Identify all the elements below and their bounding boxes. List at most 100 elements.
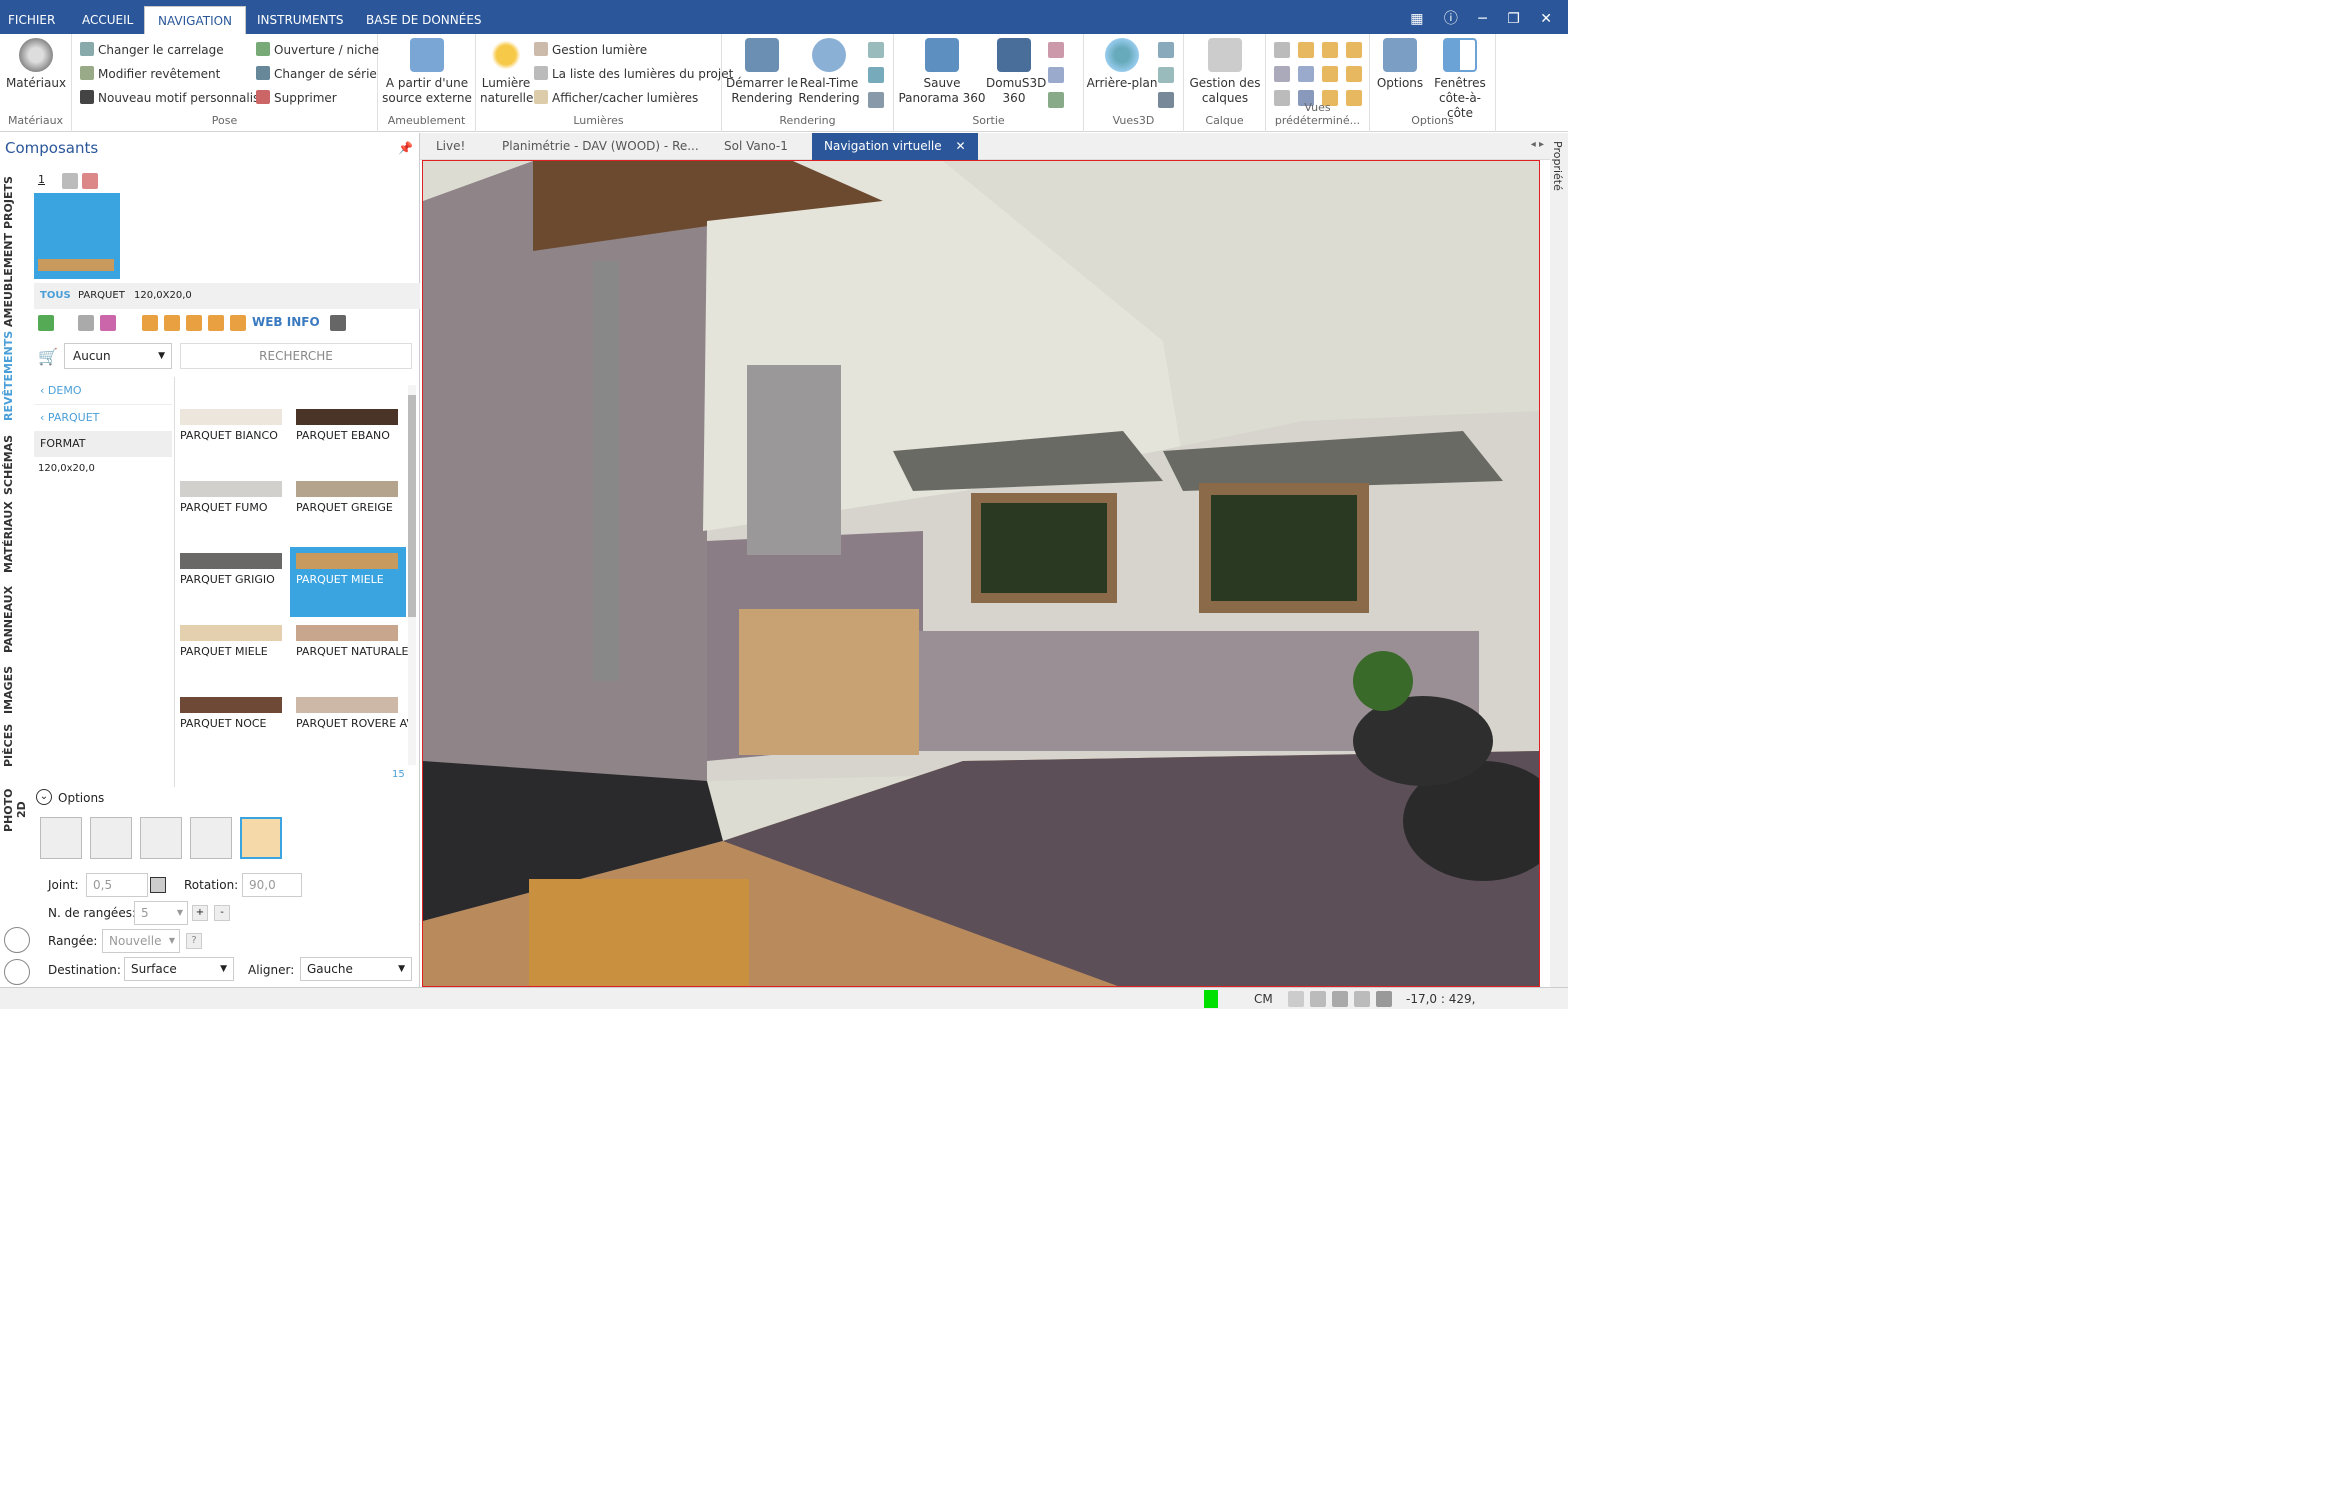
window-controls[interactable]: ▦ ⓘ ─ ❐ ✕ bbox=[1410, 8, 1560, 28]
help-button[interactable]: ? bbox=[186, 933, 202, 949]
rangee-dropdown[interactable]: Nouvelle ▼ bbox=[102, 929, 180, 953]
tree-format-value[interactable]: 120,0x20,0 bbox=[38, 463, 95, 474]
doc-tab-live[interactable]: Live! bbox=[436, 133, 465, 160]
layout-option-2[interactable] bbox=[90, 817, 132, 859]
options-button[interactable]: Options bbox=[1374, 38, 1426, 91]
material-tile[interactable]: PARQUET GRIGIO bbox=[174, 547, 290, 617]
material-tile[interactable]: PARQUET EBANO bbox=[290, 403, 406, 473]
sauve-panorama-button[interactable]: Sauve Panorama 360 bbox=[898, 38, 986, 106]
grid-edit-icon[interactable] bbox=[164, 315, 180, 331]
aligner-dropdown[interactable]: Gauche ▼ bbox=[300, 957, 412, 981]
tab-instruments[interactable]: INSTRUMENTS bbox=[257, 0, 343, 34]
joint-color-swatch[interactable] bbox=[150, 877, 166, 893]
layer-icon[interactable] bbox=[1354, 991, 1370, 1007]
remove-icon[interactable] bbox=[82, 173, 98, 189]
selected-material-thumbnail[interactable] bbox=[34, 193, 120, 279]
cube-icon[interactable] bbox=[1322, 66, 1338, 82]
fenetres-cote-button[interactable]: Fenêtres côte-à-côte bbox=[1426, 38, 1494, 121]
render-tool-icon[interactable] bbox=[868, 42, 884, 58]
3d-viewport[interactable] bbox=[422, 160, 1540, 987]
plus-button[interactable]: + bbox=[192, 905, 208, 921]
eraser-icon[interactable] bbox=[100, 315, 116, 331]
domus3d-360-button[interactable]: DomuS3D 360 bbox=[986, 38, 1046, 106]
cube-icon[interactable] bbox=[1298, 42, 1314, 58]
tree-back-demo[interactable]: ‹ DEMO bbox=[34, 377, 172, 405]
vtab-materiaux[interactable]: MATÉRIAUX bbox=[2, 501, 32, 573]
vtab-images[interactable]: IMAGES bbox=[2, 665, 32, 715]
ortho-icon[interactable] bbox=[1332, 991, 1348, 1007]
material-tile[interactable]: PARQUET NATURALE bbox=[290, 619, 408, 689]
doc-tab-sol-vano[interactable]: Sol Vano-1 bbox=[724, 133, 788, 160]
vtab-projets[interactable]: PROJETS bbox=[2, 175, 32, 231]
supprimer-button[interactable]: Supprimer bbox=[256, 88, 337, 108]
ouverture-niche-button[interactable]: Ouverture / niche bbox=[256, 40, 379, 60]
globe-icon[interactable] bbox=[1298, 66, 1314, 82]
tab-accueil[interactable]: ACCUEIL bbox=[82, 0, 133, 34]
grid-add-icon[interactable] bbox=[208, 315, 224, 331]
vtab-panneaux[interactable]: PANNEAUX bbox=[2, 586, 32, 653]
rotation-input[interactable]: 90,0 bbox=[242, 873, 302, 897]
filter-all[interactable]: TOUS bbox=[40, 290, 71, 301]
snap-icon[interactable] bbox=[1288, 991, 1304, 1007]
trash-icon[interactable] bbox=[62, 173, 78, 189]
changer-carrelage-button[interactable]: Changer le carrelage bbox=[80, 40, 224, 60]
render-settings-icon[interactable] bbox=[868, 67, 884, 83]
material-tile[interactable]: PARQUET FUMO bbox=[174, 475, 290, 545]
tab-base-de-donnees[interactable]: BASE DE DONNÉES bbox=[366, 0, 482, 34]
tree-back-parquet[interactable]: ‹ PARQUET bbox=[34, 405, 172, 431]
grid-tool-icon[interactable] bbox=[142, 315, 158, 331]
material-tile[interactable]: PARQUET GREIGE bbox=[290, 475, 406, 545]
rangees-input[interactable]: 5 ▼ bbox=[134, 901, 188, 925]
nouveau-motif-button[interactable]: Nouveau motif personnalisé bbox=[80, 88, 267, 108]
grid-move-icon[interactable] bbox=[230, 315, 246, 331]
material-tile[interactable]: PARQUET MIELE bbox=[174, 619, 290, 689]
materiaux-button[interactable]: Matériaux bbox=[4, 38, 68, 91]
tab-navigation[interactable]: NAVIGATION bbox=[144, 6, 247, 34]
layout-option-3[interactable] bbox=[140, 817, 182, 859]
view-preset-icon[interactable] bbox=[1274, 42, 1290, 58]
vtab-revetements[interactable]: REVÊTEMENTS bbox=[2, 331, 32, 421]
share-icon[interactable] bbox=[1048, 67, 1064, 83]
cube-icon[interactable] bbox=[1346, 42, 1362, 58]
material-tile[interactable]: PARQUET NOCE bbox=[174, 691, 290, 761]
joint-input[interactable]: 0,5 bbox=[86, 873, 148, 897]
scrollbar-thumb[interactable] bbox=[408, 395, 416, 617]
lumiere-naturelle-button[interactable]: Lumière naturelle bbox=[480, 38, 533, 106]
chevron-down-icon[interactable]: ⌄ bbox=[36, 789, 52, 805]
arriere-plan-button[interactable]: Arrière-plan bbox=[1086, 38, 1158, 91]
material-tile[interactable]: PARQUET BIANCO bbox=[174, 403, 290, 473]
afficher-lumieres-button[interactable]: Afficher/cacher lumières bbox=[534, 88, 698, 108]
destination-dropdown[interactable]: Surface ▼ bbox=[124, 957, 234, 981]
material-tile[interactable]: PARQUET MIELE bbox=[290, 547, 406, 617]
view-preset-icon[interactable] bbox=[1274, 66, 1290, 82]
properties-tab[interactable]: Propriété bbox=[1551, 141, 1564, 191]
vtab-schemas[interactable]: SCHÉMAS bbox=[2, 435, 32, 495]
picture-icon[interactable] bbox=[1048, 92, 1064, 108]
layout-option-5[interactable] bbox=[240, 817, 282, 859]
tab-scroll-arrows[interactable]: ◂ ▸ bbox=[1531, 139, 1544, 150]
cart-add-icon[interactable] bbox=[78, 315, 94, 331]
realtime-rendering-button[interactable]: Real-Time Rendering bbox=[796, 38, 862, 106]
demarrer-rendering-button[interactable]: Démarrer le Rendering bbox=[726, 38, 798, 106]
filter-category[interactable]: PARQUET bbox=[78, 290, 125, 301]
web-info-button[interactable]: WEB INFO bbox=[252, 315, 320, 329]
layout-option-1[interactable] bbox=[40, 817, 82, 859]
grid-copy-icon[interactable] bbox=[186, 315, 202, 331]
unit-label[interactable]: CM bbox=[1254, 992, 1273, 1006]
refresh-icon[interactable] bbox=[38, 315, 54, 331]
pin-icon[interactable]: 📌 bbox=[398, 141, 413, 155]
image-export-icon[interactable] bbox=[1048, 42, 1064, 58]
source-externe-button[interactable]: A partir d'une source externe bbox=[382, 38, 472, 106]
tab-fichier[interactable]: FICHIER bbox=[8, 0, 55, 34]
render-queue-icon[interactable] bbox=[868, 92, 884, 108]
vtab-ameublement[interactable]: AMEUBLEMENT bbox=[2, 233, 32, 327]
liste-lumieres-button[interactable]: La liste des lumières du projet bbox=[534, 64, 733, 84]
cart-icon[interactable] bbox=[4, 959, 30, 985]
layout-option-4[interactable] bbox=[190, 817, 232, 859]
cube-icon[interactable] bbox=[1322, 42, 1338, 58]
tile-scrollbar[interactable] bbox=[408, 385, 416, 765]
cloud-icon[interactable] bbox=[4, 927, 30, 953]
gestion-calques-button[interactable]: Gestion des calques bbox=[1186, 38, 1264, 106]
material-tile[interactable]: PARQUET ROVERE AV bbox=[290, 691, 414, 761]
filter-size[interactable]: 120,0X20,0 bbox=[134, 290, 192, 301]
